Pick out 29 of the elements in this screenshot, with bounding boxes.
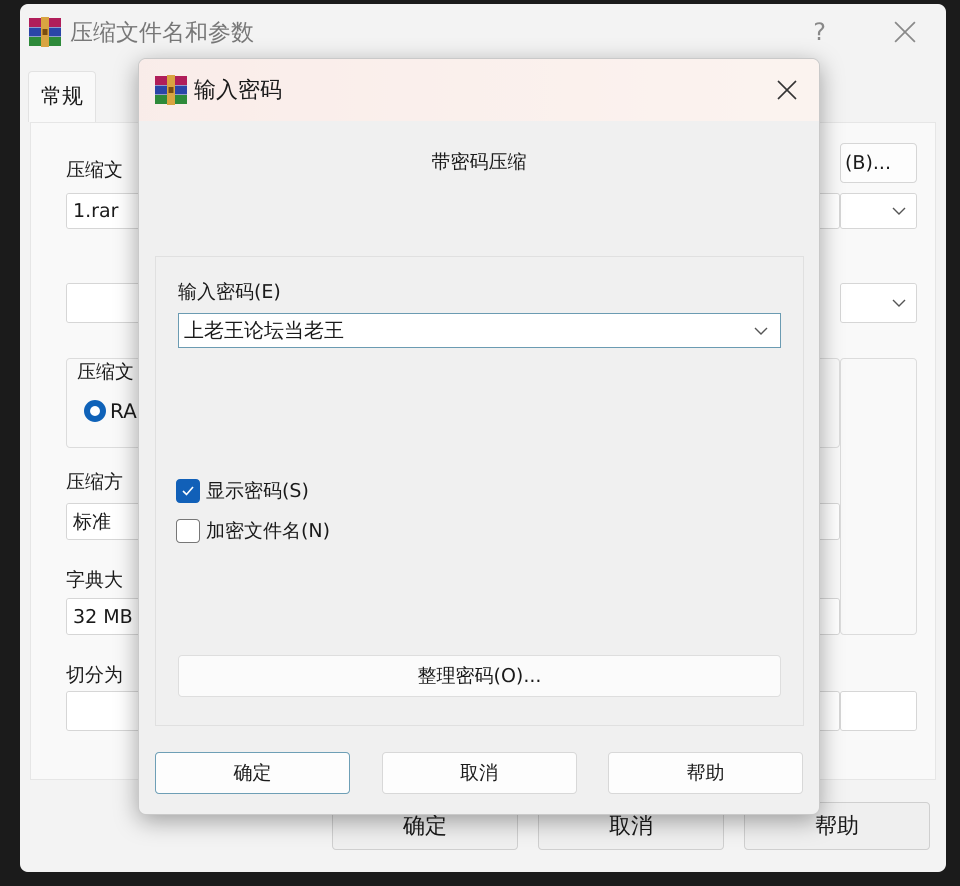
field-label: 压缩方 (66, 470, 124, 495)
checkbox-label: 加密文件名(N) (206, 519, 330, 544)
checkbox[interactable] (176, 519, 200, 543)
dialog-title: 输入密码 (194, 77, 283, 105)
close-icon[interactable] (777, 80, 797, 100)
chevron-down-icon (892, 207, 906, 215)
radio-label: RA (110, 399, 137, 423)
checkbox[interactable] (176, 479, 200, 503)
chevron-down-icon (754, 326, 768, 334)
field-label: 字典大 (66, 568, 124, 593)
password-combo[interactable]: 上老王论坛当老王 (178, 313, 781, 348)
browse-button[interactable]: (B)... (840, 143, 917, 183)
dialog-button[interactable]: 取消 (382, 752, 576, 794)
radio-button[interactable] (84, 400, 106, 422)
field-label: 输入密码(E) (178, 280, 282, 305)
field-label: 压缩文 (66, 158, 124, 183)
tab[interactable]: 常规 (28, 71, 96, 122)
book-stack-icon (28, 17, 62, 47)
organize-passwords-button[interactable]: 整理密码(O)... (178, 655, 781, 697)
checkbox-label: 显示密码(S) (206, 479, 309, 504)
book-stack-icon (154, 75, 188, 105)
dialog-button[interactable]: 帮助 (608, 752, 803, 794)
dialog-heading: 带密码压缩 (430, 150, 528, 175)
input-field[interactable] (840, 691, 917, 731)
dialog-button[interactable]: 确定 (155, 752, 350, 794)
field-label: 切分为 (66, 663, 124, 688)
window-title: 压缩文件名和参数 (70, 18, 255, 48)
chevron-down-icon (892, 299, 906, 307)
check-icon (181, 485, 195, 497)
